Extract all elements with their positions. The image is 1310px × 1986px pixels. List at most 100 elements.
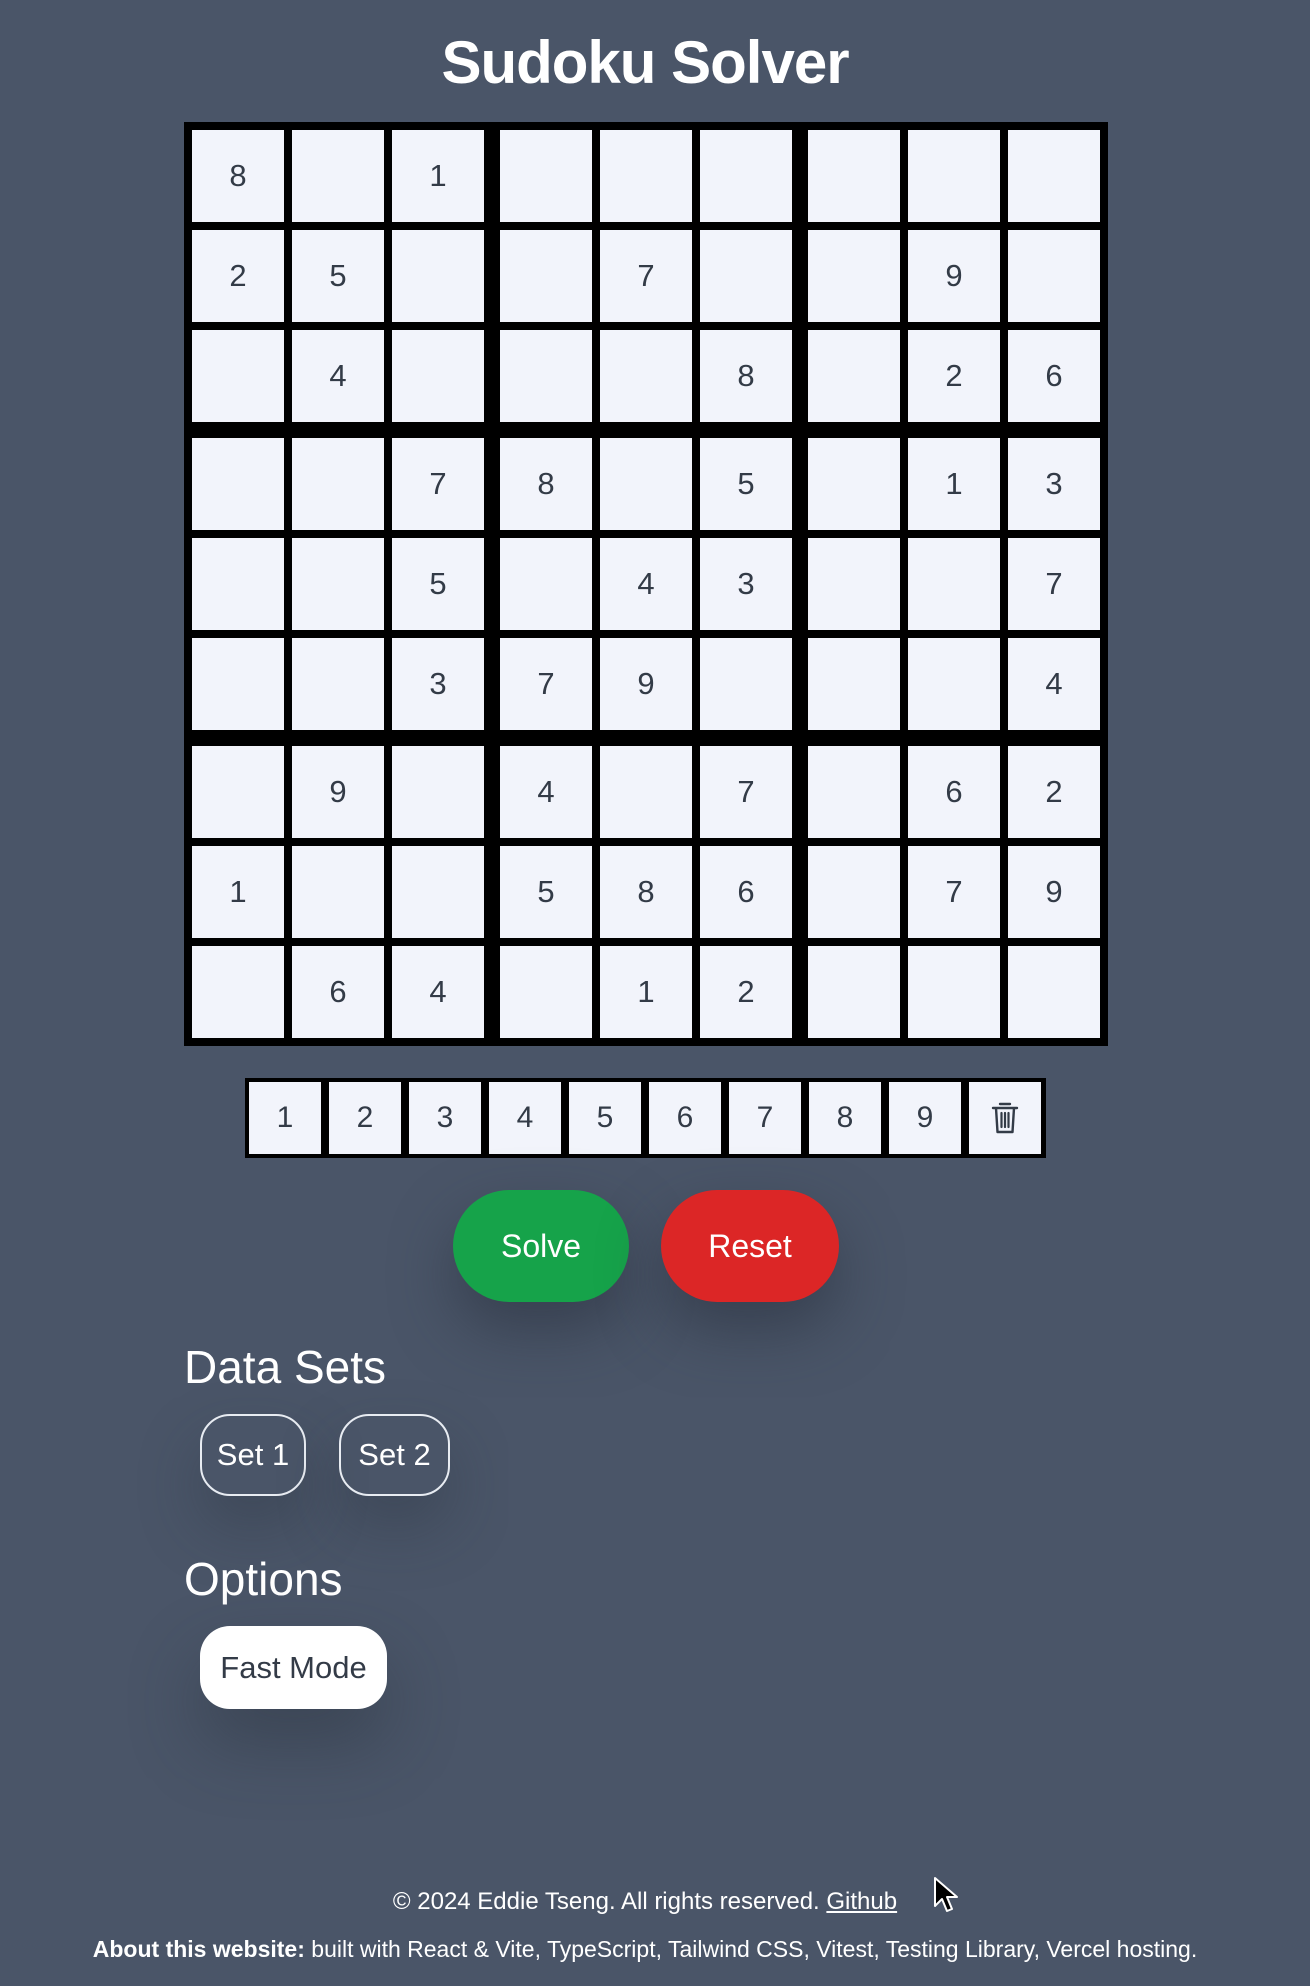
- sudoku-cell[interactable]: 5: [500, 846, 592, 938]
- sudoku-cell[interactable]: [192, 330, 284, 422]
- number-pad-button[interactable]: 4: [489, 1082, 561, 1154]
- number-pad-button[interactable]: 5: [569, 1082, 641, 1154]
- sudoku-cell[interactable]: [292, 638, 384, 730]
- sudoku-cell[interactable]: 9: [1008, 846, 1100, 938]
- sudoku-cell[interactable]: 6: [700, 846, 792, 938]
- sudoku-cell[interactable]: [600, 330, 692, 422]
- sudoku-cell[interactable]: 9: [292, 746, 384, 838]
- number-pad-button[interactable]: 3: [409, 1082, 481, 1154]
- sudoku-cell[interactable]: [808, 638, 900, 730]
- sudoku-cell[interactable]: [500, 130, 592, 222]
- sudoku-cell[interactable]: 7: [500, 638, 592, 730]
- sudoku-cell[interactable]: 2: [192, 230, 284, 322]
- sudoku-cell[interactable]: [908, 538, 1000, 630]
- sudoku-cell[interactable]: [500, 330, 592, 422]
- sudoku-cell[interactable]: [808, 946, 900, 1038]
- sudoku-cell[interactable]: [1008, 946, 1100, 1038]
- sudoku-cell[interactable]: 2: [700, 946, 792, 1038]
- sudoku-cell[interactable]: [808, 230, 900, 322]
- sudoku-cell[interactable]: [600, 130, 692, 222]
- sudoku-cell[interactable]: 5: [292, 230, 384, 322]
- sudoku-cell[interactable]: 4: [1008, 638, 1100, 730]
- sudoku-cell[interactable]: 8: [500, 438, 592, 530]
- data-set-2-button[interactable]: Set 2: [339, 1414, 450, 1496]
- sudoku-cell[interactable]: [600, 438, 692, 530]
- sudoku-cell[interactable]: 5: [392, 538, 484, 630]
- sudoku-cell[interactable]: 1: [192, 846, 284, 938]
- sudoku-cell[interactable]: 4: [392, 946, 484, 1038]
- number-pad-button[interactable]: 8: [809, 1082, 881, 1154]
- sudoku-cell[interactable]: [292, 846, 384, 938]
- sudoku-cell[interactable]: [192, 638, 284, 730]
- sudoku-cell[interactable]: [500, 538, 592, 630]
- sudoku-cell[interactable]: [292, 438, 384, 530]
- sudoku-cell[interactable]: [700, 130, 792, 222]
- sudoku-cell[interactable]: [908, 946, 1000, 1038]
- sudoku-cell[interactable]: [808, 438, 900, 530]
- sudoku-cell[interactable]: [700, 638, 792, 730]
- sudoku-cell[interactable]: 9: [908, 230, 1000, 322]
- sudoku-cell[interactable]: [392, 746, 484, 838]
- sudoku-cell[interactable]: [192, 438, 284, 530]
- sudoku-cell[interactable]: 6: [908, 746, 1000, 838]
- sudoku-cell[interactable]: [908, 130, 1000, 222]
- number-pad-button[interactable]: 2: [329, 1082, 401, 1154]
- number-pad-button[interactable]: 7: [729, 1082, 801, 1154]
- data-set-1-button[interactable]: Set 1: [200, 1414, 306, 1496]
- clear-cell-button[interactable]: [969, 1082, 1041, 1154]
- number-pad-button[interactable]: 1: [249, 1082, 321, 1154]
- sudoku-cell[interactable]: 2: [1008, 746, 1100, 838]
- fast-mode-button[interactable]: Fast Mode: [200, 1626, 387, 1709]
- sudoku-cell[interactable]: [500, 946, 592, 1038]
- sudoku-cell[interactable]: [500, 230, 592, 322]
- sudoku-cell[interactable]: [808, 538, 900, 630]
- sudoku-cell[interactable]: 1: [392, 130, 484, 222]
- sudoku-cell[interactable]: [392, 330, 484, 422]
- sudoku-cell[interactable]: 7: [392, 438, 484, 530]
- sudoku-cell[interactable]: 5: [700, 438, 792, 530]
- sudoku-cell[interactable]: [192, 946, 284, 1038]
- sudoku-cell[interactable]: [808, 846, 900, 938]
- mouse-cursor-icon: [934, 1877, 958, 1912]
- number-pad-button[interactable]: 9: [889, 1082, 961, 1154]
- sudoku-cell[interactable]: 3: [1008, 438, 1100, 530]
- sudoku-cell[interactable]: 8: [600, 846, 692, 938]
- reset-button[interactable]: Reset: [661, 1190, 839, 1302]
- number-pad-button[interactable]: 6: [649, 1082, 721, 1154]
- sudoku-cell[interactable]: 9: [600, 638, 692, 730]
- sudoku-cell[interactable]: [600, 746, 692, 838]
- sudoku-cell[interactable]: 1: [908, 438, 1000, 530]
- sudoku-board: 81257948267851354373794947621586796412: [184, 122, 1108, 1046]
- solve-button[interactable]: Solve: [453, 1190, 629, 1302]
- sudoku-cell[interactable]: 6: [292, 946, 384, 1038]
- sudoku-cell[interactable]: [808, 746, 900, 838]
- sudoku-cell[interactable]: 4: [600, 538, 692, 630]
- sudoku-cell[interactable]: 8: [700, 330, 792, 422]
- sudoku-cell[interactable]: [908, 638, 1000, 730]
- sudoku-cell[interactable]: 1: [600, 946, 692, 1038]
- sudoku-cell[interactable]: 8: [192, 130, 284, 222]
- sudoku-cell[interactable]: [1008, 230, 1100, 322]
- sudoku-cell[interactable]: [292, 130, 384, 222]
- github-link[interactable]: Github: [826, 1888, 897, 1915]
- sudoku-cell[interactable]: 6: [1008, 330, 1100, 422]
- sudoku-cell[interactable]: 3: [392, 638, 484, 730]
- sudoku-cell[interactable]: 7: [908, 846, 1000, 938]
- sudoku-cell[interactable]: 4: [500, 746, 592, 838]
- sudoku-cell[interactable]: [808, 330, 900, 422]
- sudoku-cell[interactable]: 3: [700, 538, 792, 630]
- sudoku-cell[interactable]: 7: [1008, 538, 1100, 630]
- sudoku-cell[interactable]: 7: [700, 746, 792, 838]
- sudoku-cell[interactable]: [392, 846, 484, 938]
- sudoku-cell[interactable]: [700, 230, 792, 322]
- sudoku-cell[interactable]: 7: [600, 230, 692, 322]
- sudoku-cell[interactable]: [192, 538, 284, 630]
- sudoku-cell[interactable]: [292, 538, 384, 630]
- sudoku-cell[interactable]: 2: [908, 330, 1000, 422]
- sudoku-cell[interactable]: 4: [292, 330, 384, 422]
- sudoku-cell[interactable]: [1008, 130, 1100, 222]
- sudoku-cell[interactable]: [192, 746, 284, 838]
- number-pad: 123456789: [245, 1078, 1046, 1158]
- sudoku-cell[interactable]: [808, 130, 900, 222]
- sudoku-cell[interactable]: [392, 230, 484, 322]
